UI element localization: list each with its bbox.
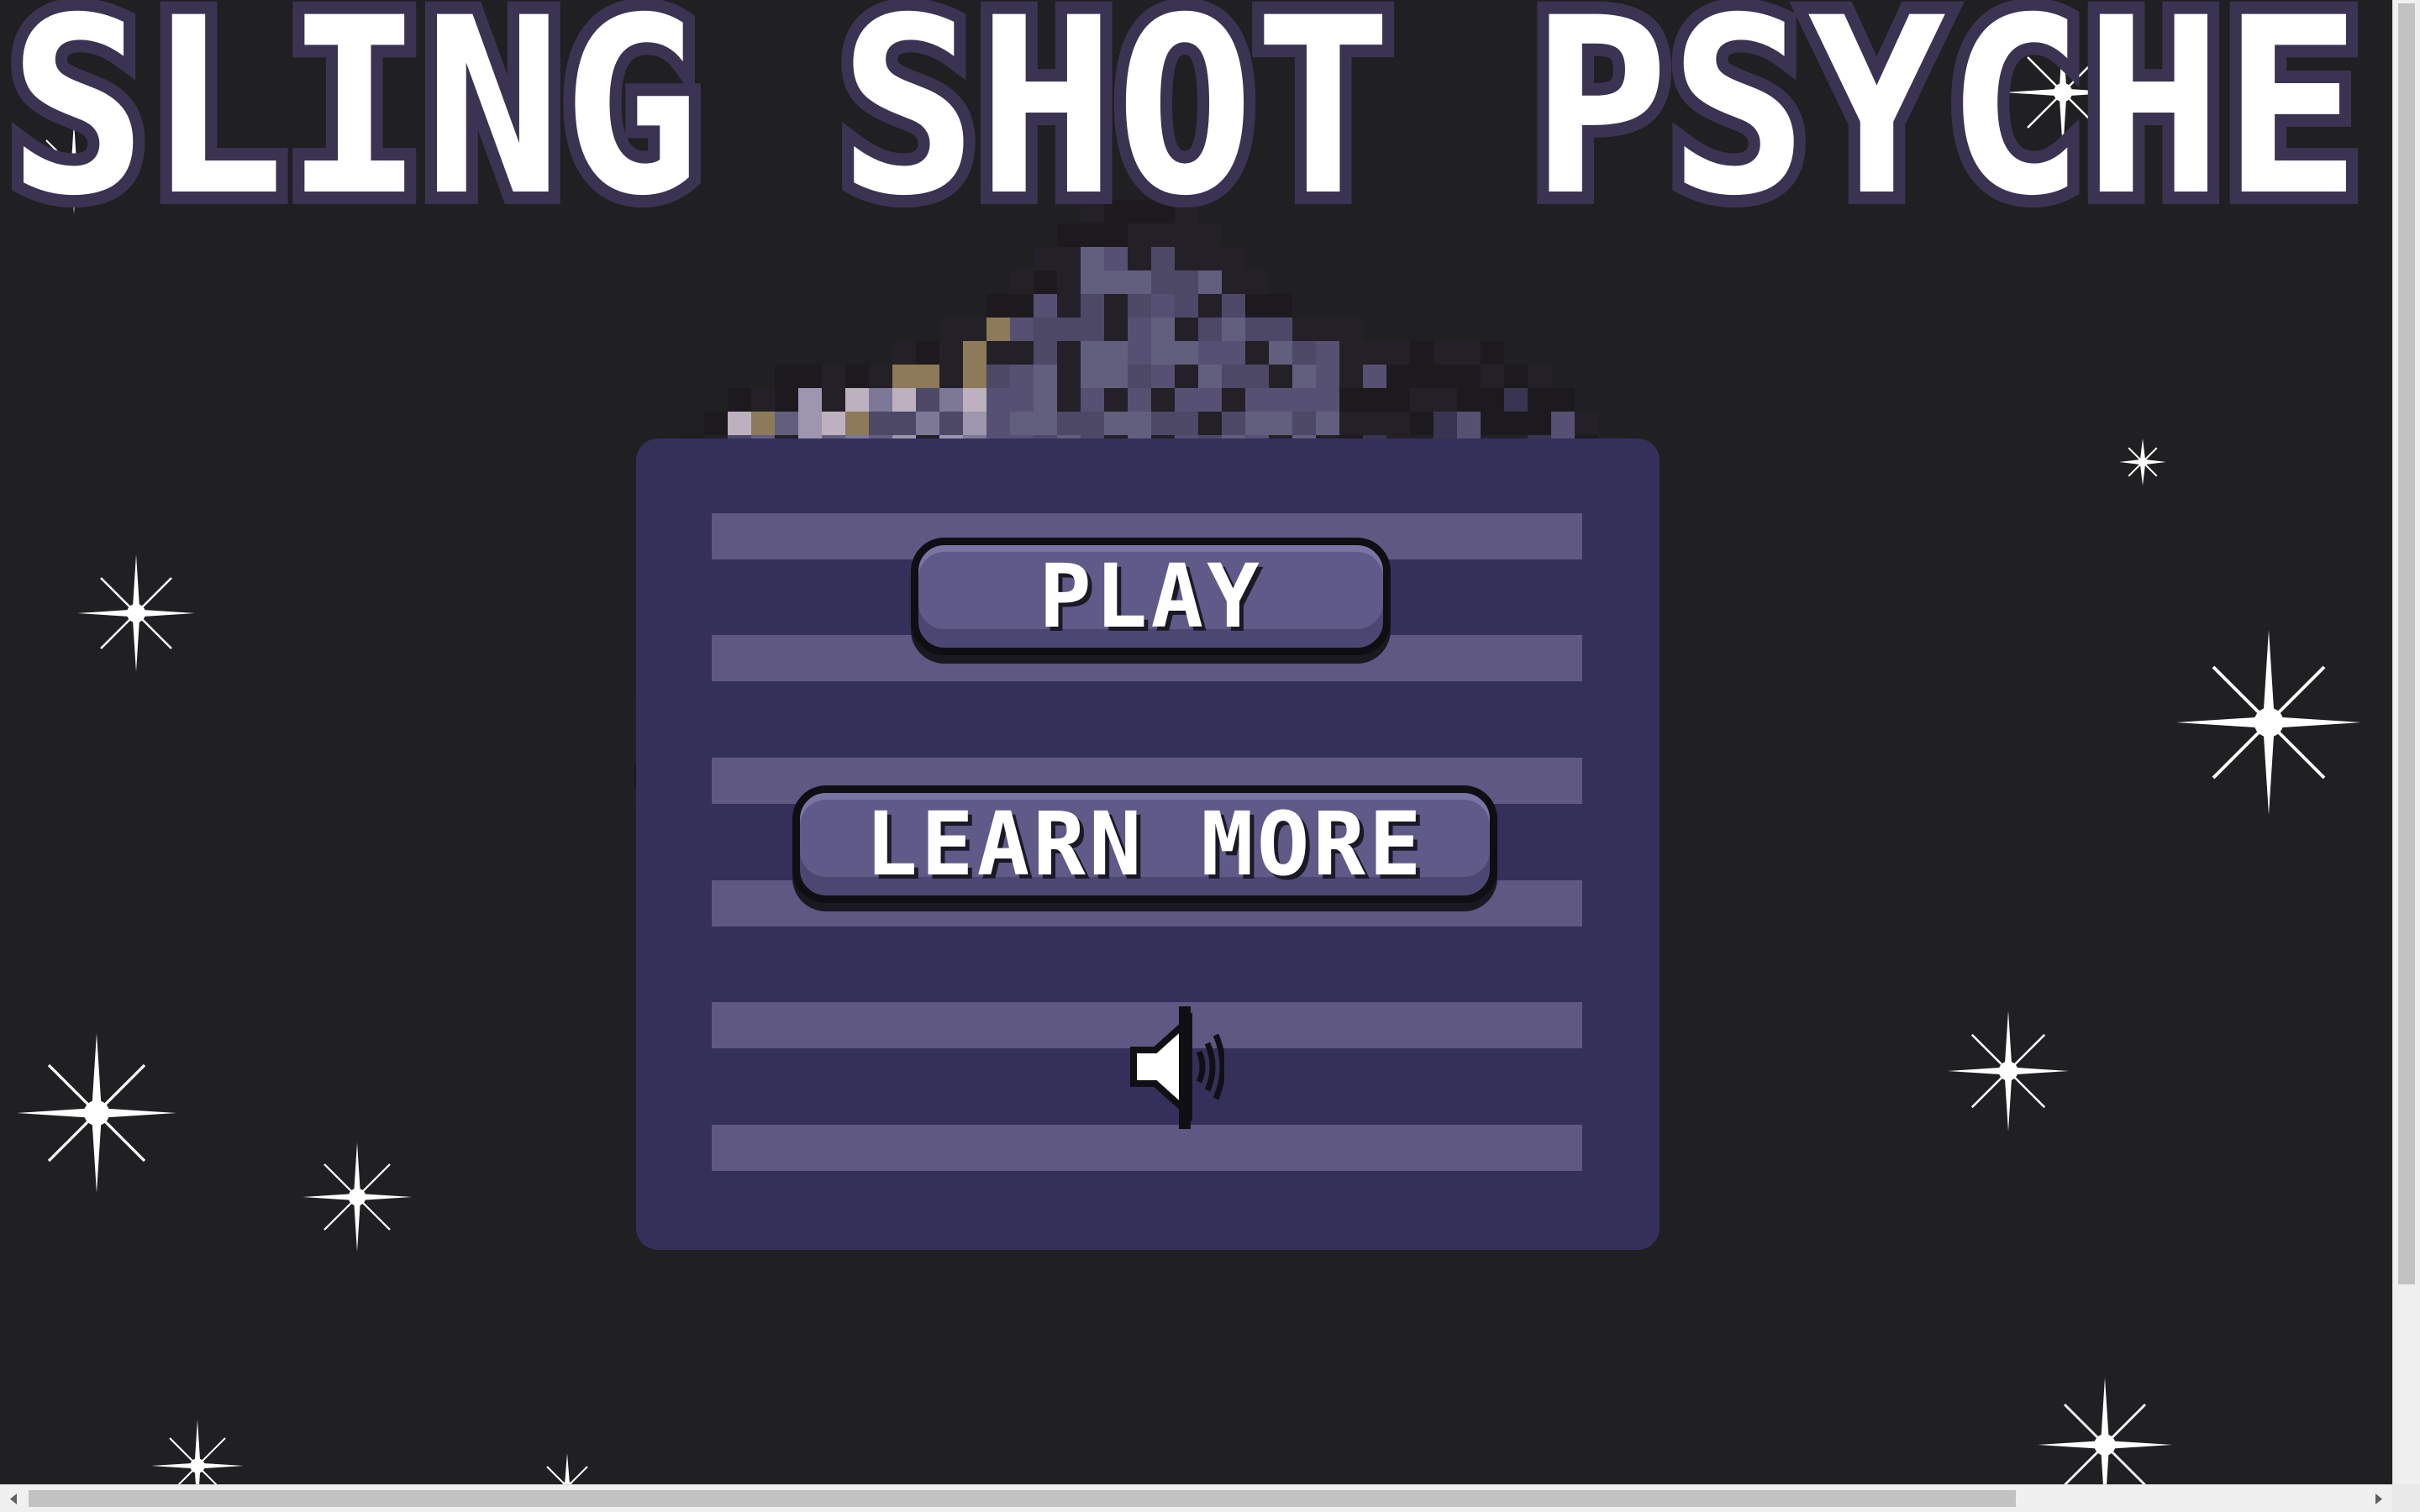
sparkle-star-icon xyxy=(17,1033,176,1193)
game-title: SLING SHOT PSYCHE SLING SHOT PSYCHE xyxy=(0,0,2374,227)
speaker-sound-on-icon xyxy=(1130,1006,1226,1129)
sound-toggle-button[interactable] xyxy=(1090,1000,1226,1134)
vertical-scrollbar-thumb[interactable] xyxy=(2398,3,2415,1284)
game-canvas: SLING SHOT PSYCHE SLING SHOT PSYCHE PLAY… xyxy=(0,0,2392,1484)
sparkle-star-icon xyxy=(151,1420,244,1484)
learn-more-button[interactable]: LEARN MORE xyxy=(792,785,1497,903)
horizontal-scrollbar-thumb[interactable] xyxy=(29,1490,2016,1507)
vertical-scrollbar[interactable] xyxy=(2392,0,2420,1484)
sparkle-star-icon xyxy=(77,554,195,672)
game-window: SLING SHOT PSYCHE SLING SHOT PSYCHE PLAY… xyxy=(0,0,2420,1512)
chevron-right-icon xyxy=(2375,1494,2382,1504)
horizontal-scrollbar[interactable] xyxy=(0,1484,2392,1512)
sparkle-star-icon xyxy=(2176,630,2361,815)
scroll-left-button[interactable] xyxy=(0,1485,28,1512)
play-button[interactable]: PLAY xyxy=(911,538,1391,655)
scrollbar-corner xyxy=(2392,1484,2420,1512)
sparkle-star-icon xyxy=(2119,438,2166,486)
game-title-text: SLING SHOT PSYCHE xyxy=(8,0,2361,227)
sparkle-star-icon xyxy=(1948,1011,2069,1131)
sparkle-star-icon xyxy=(546,1453,588,1484)
sparkle-star-icon xyxy=(2038,1378,2172,1484)
sparkle-star-icon xyxy=(302,1142,412,1252)
chevron-left-icon xyxy=(10,1494,17,1504)
scroll-right-button[interactable] xyxy=(2365,1485,2392,1512)
main-menu-panel: PLAY LEARN MORE xyxy=(636,438,1660,1250)
